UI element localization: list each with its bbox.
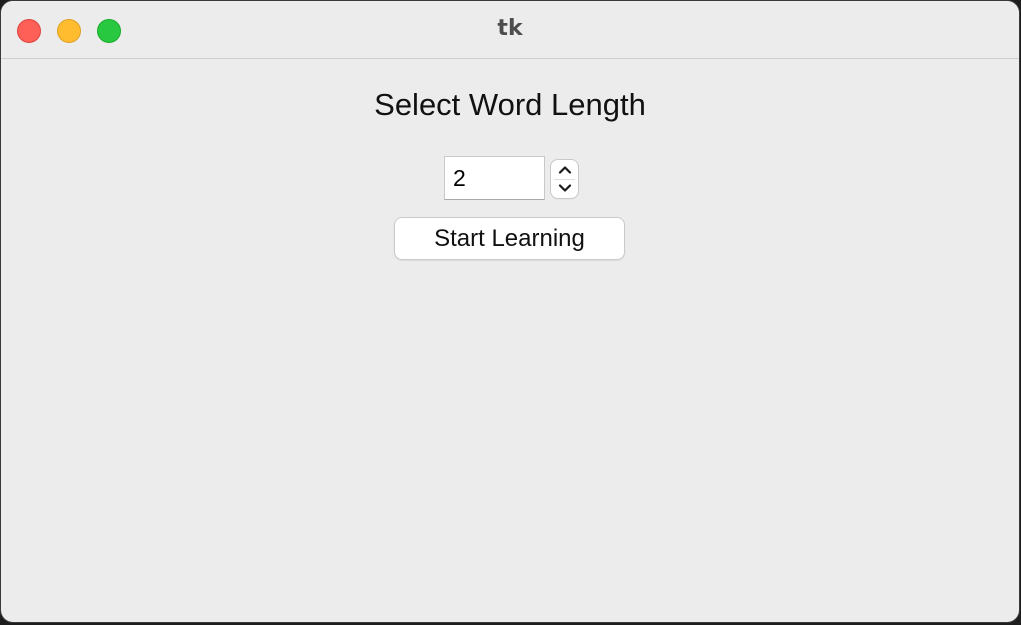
increment-button[interactable] (551, 160, 578, 179)
window-title: tk (497, 16, 523, 41)
page-title: Select Word Length (374, 87, 646, 122)
word-length-stepper[interactable] (551, 160, 578, 198)
word-length-input[interactable]: 2 (444, 156, 545, 200)
chevron-down-icon (558, 184, 571, 192)
app-window: tk Select Word Length 2 Start Learning (1, 1, 1019, 622)
chevron-up-icon (558, 166, 571, 174)
decrement-button[interactable] (551, 179, 578, 198)
start-learning-button[interactable]: Start Learning (395, 218, 624, 259)
title-bar[interactable]: tk (1, 1, 1019, 59)
main-content: Select Word Length 2 Start Learning (1, 59, 1019, 622)
